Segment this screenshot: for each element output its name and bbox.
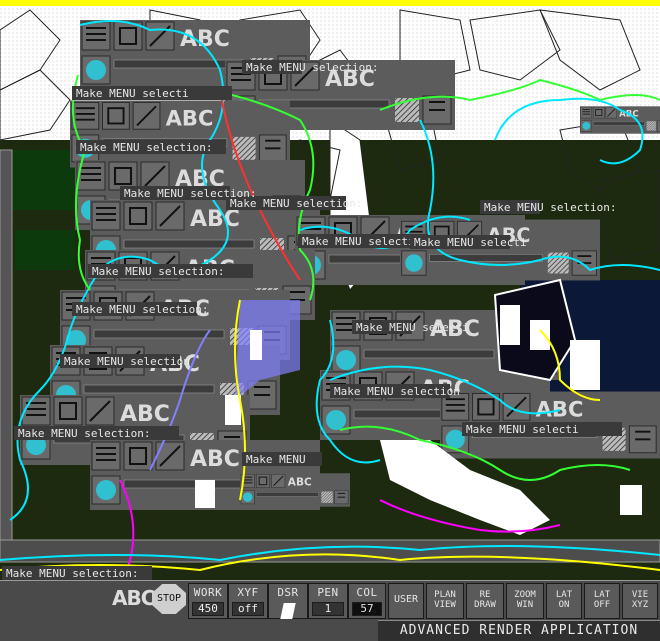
pen-field[interactable]: PEN 1 <box>308 583 348 619</box>
pen-value: 1 <box>311 602 345 616</box>
work-field[interactable]: WORK 450 <box>188 583 228 619</box>
col-label: COL <box>356 586 378 599</box>
user-button[interactable]: USER <box>388 583 424 619</box>
bottom-scrollbar[interactable] <box>0 539 660 563</box>
menu-selection-label: Make MENU selection <box>334 385 460 398</box>
lat-on-line1: LAT <box>555 590 573 600</box>
menu-selection-label: Make MENU selecti <box>414 236 527 249</box>
lat-on-button[interactable]: LAT ON <box>546 583 582 619</box>
dsr-swatch-icon <box>280 603 296 619</box>
lat-off-line2: OFF <box>593 600 611 610</box>
terrain-patch <box>15 230 75 270</box>
top-accent-bar <box>0 0 660 6</box>
menu-selection-label: Make MENU selection: <box>92 265 224 278</box>
white-block <box>195 480 215 508</box>
menu-selection-label: Make MENU selection: <box>18 427 150 440</box>
white-block <box>500 305 520 345</box>
xyf-value: off <box>231 602 265 616</box>
user-label: USER <box>393 594 419 605</box>
menu-selection-label: Make MENU selection <box>64 355 190 368</box>
white-block <box>530 320 550 350</box>
menu-selection-label: Make MENU selecti <box>76 87 189 100</box>
col-value: 57 <box>351 602 383 616</box>
left-scrollbar[interactable] <box>0 149 13 541</box>
menu-selection-label: Make MENU selection: <box>6 567 138 580</box>
menu-selection-label: Make MENU selection: <box>484 201 616 214</box>
redraw-button[interactable]: RE DRAW <box>466 583 504 619</box>
xyf-label: XYF <box>237 586 259 599</box>
menu-selection-label: Make MENU selecti <box>466 423 579 436</box>
dsr-label: DSR <box>277 586 299 599</box>
vie-xyz-line1: VIE <box>631 590 649 600</box>
render-viewport[interactable]: ABC <box>0 0 660 640</box>
menu-selection-label: Make MENU selection: <box>76 303 208 316</box>
white-block <box>250 330 262 360</box>
abc-text-tool-icon[interactable]: ABC <box>112 586 155 610</box>
render-canvas[interactable]: ABC <box>0 0 660 640</box>
pen-label: PEN <box>317 586 339 599</box>
lat-off-line1: LAT <box>593 590 611 600</box>
menu-selection-label: Make MENU selecti <box>356 321 469 334</box>
white-block <box>570 340 600 390</box>
plan-view-line2: VIEW <box>434 600 456 610</box>
stop-button[interactable]: STOP <box>152 584 186 614</box>
menu-selection-label: Make MENU <box>246 453 306 466</box>
menu-selection-label: Make MENU selection: <box>80 141 212 154</box>
redraw-line1: RE <box>479 590 491 600</box>
xyf-field[interactable]: XYF off <box>228 583 268 619</box>
white-block <box>620 485 642 515</box>
plan-view-line1: PLAN <box>434 590 456 600</box>
work-value: 450 <box>191 602 225 616</box>
dsr-field[interactable]: DSR <box>268 583 308 619</box>
white-block <box>225 395 241 425</box>
zoom-win-button[interactable]: ZOOM WIN <box>506 583 544 619</box>
menu-selection-label: Make MENU selection: <box>246 61 378 74</box>
redraw-line2: DRAW <box>474 600 496 610</box>
vie-xyz-line2: XYZ <box>631 600 649 610</box>
zoom-win-line1: ZOOM <box>514 590 536 600</box>
lat-on-line2: ON <box>558 600 570 610</box>
plan-view-button[interactable]: PLAN VIEW <box>426 583 464 619</box>
lat-off-button[interactable]: LAT OFF <box>584 583 620 619</box>
menu-selection-label: Make MENU selection: <box>124 187 256 200</box>
app-title: ADVANCED RENDER APPLICATION <box>378 620 660 641</box>
zoom-win-line2: WIN <box>516 600 534 610</box>
vie-xyz-button[interactable]: VIE XYZ <box>622 583 658 619</box>
col-field[interactable]: COL 57 <box>348 583 386 619</box>
work-label: WORK <box>193 586 223 599</box>
